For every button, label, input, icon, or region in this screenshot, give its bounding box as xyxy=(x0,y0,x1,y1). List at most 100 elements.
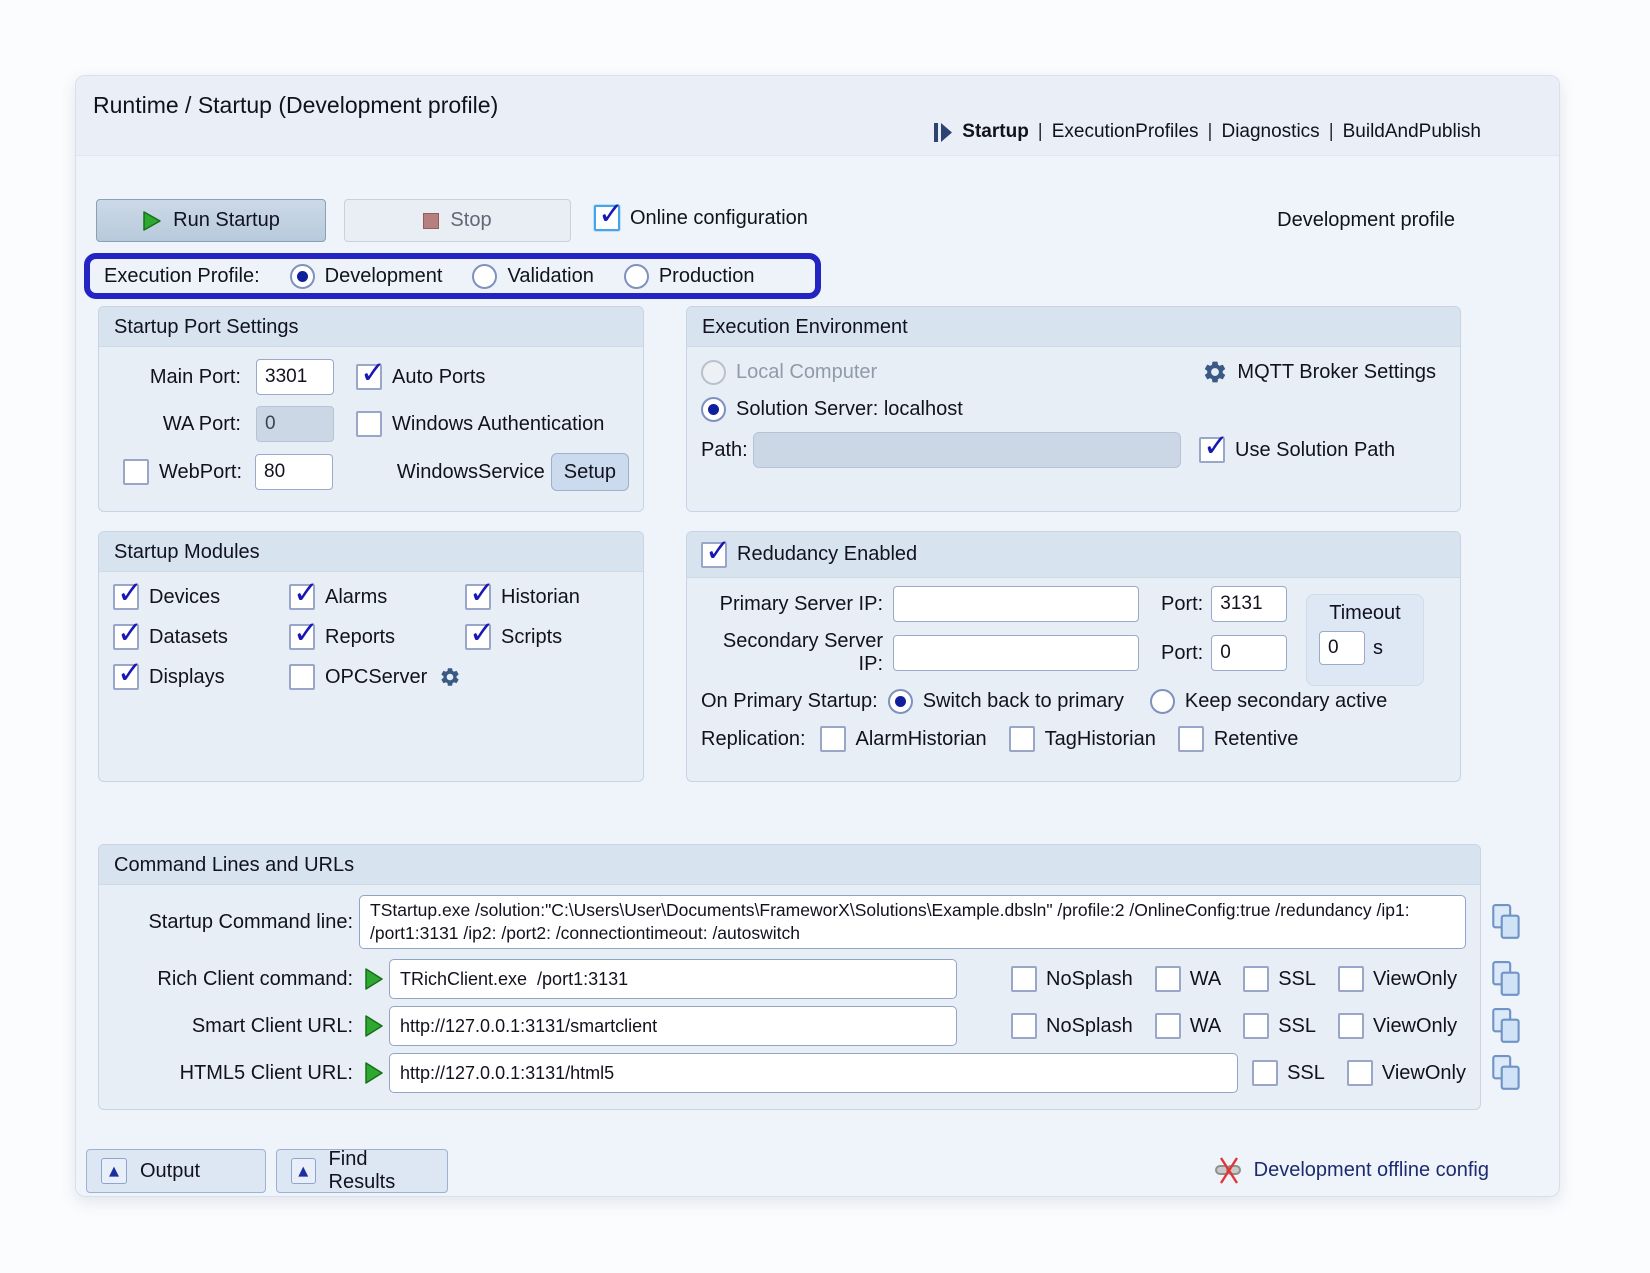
smart-ssl-checkbox[interactable]: SSL xyxy=(1243,1013,1316,1039)
checkbox-icon xyxy=(1338,1013,1364,1039)
stop-button[interactable]: Stop xyxy=(344,199,571,242)
path-input xyxy=(753,432,1181,468)
html5-viewonly-checkbox[interactable]: ViewOnly xyxy=(1347,1060,1466,1086)
find-results-label: Find Results xyxy=(329,1148,433,1194)
radio-validation-label: Validation xyxy=(507,265,593,288)
rich-wa-checkbox[interactable]: WA xyxy=(1155,966,1221,992)
html5-client-label: HTML5 Client URL: xyxy=(113,1062,353,1085)
checkbox-icon xyxy=(820,726,846,752)
startup-command-input[interactable]: TStartup.exe /solution:"C:\Users\User\Do… xyxy=(359,895,1466,949)
webport-label: WebPort: xyxy=(159,461,242,484)
secondary-port-input[interactable] xyxy=(1211,635,1287,671)
module-reports-label: Reports xyxy=(325,626,395,649)
radio-production[interactable]: Production xyxy=(624,264,755,289)
module-historian-checkbox[interactable]: Historian xyxy=(465,584,629,610)
webport-checkbox[interactable]: WebPort: xyxy=(123,459,242,485)
tab-build-and-publish[interactable]: BuildAndPublish xyxy=(1343,121,1481,143)
windows-service-setup-button[interactable]: Setup xyxy=(551,453,629,491)
module-displays-checkbox[interactable]: Displays xyxy=(113,664,289,690)
radio-validation[interactable]: Validation xyxy=(472,264,593,289)
startup-modules-panel: Startup Modules Devices Alarms Historian… xyxy=(98,531,644,782)
module-opcserver-checkbox[interactable]: OPCServer xyxy=(289,664,465,690)
run-rich-client-icon[interactable] xyxy=(359,967,389,991)
radio-keep-secondary-active[interactable]: Keep secondary active xyxy=(1150,689,1387,714)
checkbox-icon xyxy=(113,664,139,690)
output-button[interactable]: ▲ Output xyxy=(86,1149,266,1193)
redundancy-enabled-checkbox[interactable]: Redudancy Enabled xyxy=(701,542,917,568)
disconnected-link-icon xyxy=(1214,1154,1244,1186)
checkbox-icon xyxy=(289,664,315,690)
radio-switch-back-to-primary[interactable]: Switch back to primary xyxy=(888,689,1124,714)
radio-development[interactable]: Development xyxy=(290,264,443,289)
windows-authentication-checkbox[interactable]: Windows Authentication xyxy=(356,411,604,437)
use-solution-path-checkbox[interactable]: Use Solution Path xyxy=(1199,437,1395,463)
rich-nosplash-checkbox[interactable]: NoSplash xyxy=(1011,966,1133,992)
smart-client-input[interactable]: http://127.0.0.1:3131/smartclient xyxy=(389,1006,957,1046)
checkbox-icon xyxy=(289,624,315,650)
module-scripts-checkbox[interactable]: Scripts xyxy=(465,624,629,650)
offline-config-status[interactable]: Development offline config xyxy=(1214,1154,1489,1186)
secondary-server-ip-label: Secondary Server IP: xyxy=(701,630,883,676)
run-smart-client-icon[interactable] xyxy=(359,1014,389,1038)
timeout-unit: s xyxy=(1373,637,1383,660)
primary-server-ip-input[interactable] xyxy=(893,586,1139,622)
module-alarms-label: Alarms xyxy=(325,586,387,609)
rich-viewonly-checkbox[interactable]: ViewOnly xyxy=(1338,966,1457,992)
webport-input[interactable] xyxy=(255,454,333,490)
copy-icon[interactable] xyxy=(1490,1007,1524,1045)
stop-label: Stop xyxy=(450,209,491,232)
module-alarms-checkbox[interactable]: Alarms xyxy=(289,584,465,610)
command-lines-panel: Command Lines and URLs Startup Command l… xyxy=(98,844,1481,1110)
auto-ports-label: Auto Ports xyxy=(392,366,485,389)
module-displays-label: Displays xyxy=(149,666,225,689)
run-html5-client-icon[interactable] xyxy=(359,1061,389,1085)
replication-retentive-checkbox[interactable]: Retentive xyxy=(1178,726,1299,752)
html5-client-input[interactable]: http://127.0.0.1:3131/html5 xyxy=(389,1053,1238,1093)
gear-icon xyxy=(1202,359,1228,385)
copy-icon[interactable] xyxy=(1490,1054,1524,1092)
tab-diagnostics[interactable]: Diagnostics xyxy=(1221,121,1319,143)
run-startup-button[interactable]: Run Startup xyxy=(96,199,326,242)
checkbox-icon xyxy=(701,542,727,568)
collapse-arrow-icon: ▲ xyxy=(101,1158,127,1184)
tab-execution-profiles[interactable]: ExecutionProfiles xyxy=(1052,121,1199,143)
copy-icon[interactable] xyxy=(1490,903,1524,941)
mqtt-broker-settings-button[interactable]: MQTT Broker Settings xyxy=(1202,359,1436,385)
online-configuration-checkbox[interactable]: Online configuration xyxy=(594,205,808,231)
timeout-input[interactable] xyxy=(1319,631,1365,665)
nosplash-label: NoSplash xyxy=(1046,1015,1133,1038)
checkbox-icon xyxy=(465,624,491,650)
primary-port-input[interactable] xyxy=(1211,586,1287,622)
startup-port-settings-panel: Startup Port Settings Main Port: Auto Po… xyxy=(98,306,644,512)
smart-viewonly-checkbox[interactable]: ViewOnly xyxy=(1338,1013,1457,1039)
checkbox-icon xyxy=(356,364,382,390)
find-results-button[interactable]: ▲ Find Results xyxy=(276,1149,448,1193)
checkbox-icon xyxy=(1243,966,1269,992)
checkbox-icon xyxy=(1155,1013,1181,1039)
windows-authentication-label: Windows Authentication xyxy=(392,413,604,436)
use-solution-path-label: Use Solution Path xyxy=(1235,439,1395,462)
smart-nosplash-checkbox[interactable]: NoSplash xyxy=(1011,1013,1133,1039)
html5-ssl-checkbox[interactable]: SSL xyxy=(1252,1060,1325,1086)
execution-environment-panel: Execution Environment Local Computer MQT… xyxy=(686,306,1461,512)
module-reports-checkbox[interactable]: Reports xyxy=(289,624,465,650)
local-computer-label: Local Computer xyxy=(736,361,877,384)
replication-taghistorian-checkbox[interactable]: TagHistorian xyxy=(1009,726,1156,752)
tab-startup[interactable]: Startup xyxy=(962,121,1029,143)
smart-wa-checkbox[interactable]: WA xyxy=(1155,1013,1221,1039)
taghistorian-label: TagHistorian xyxy=(1045,728,1156,751)
checkbox-icon xyxy=(356,411,382,437)
secondary-server-ip-input[interactable] xyxy=(893,635,1139,671)
output-label: Output xyxy=(140,1160,200,1183)
copy-icon[interactable] xyxy=(1490,960,1524,998)
opcserver-gear-icon[interactable] xyxy=(439,666,461,688)
module-datasets-checkbox[interactable]: Datasets xyxy=(113,624,289,650)
main-port-input[interactable] xyxy=(256,359,334,395)
replication-alarmhistorian-checkbox[interactable]: AlarmHistorian xyxy=(820,726,987,752)
radio-solution-server[interactable]: Solution Server: localhost xyxy=(701,397,963,422)
rich-client-input[interactable]: TRichClient.exe /port1:3131 xyxy=(389,959,957,999)
rich-ssl-checkbox[interactable]: SSL xyxy=(1243,966,1316,992)
ssl-label: SSL xyxy=(1278,968,1316,991)
auto-ports-checkbox[interactable]: Auto Ports xyxy=(356,364,485,390)
module-devices-checkbox[interactable]: Devices xyxy=(113,584,289,610)
